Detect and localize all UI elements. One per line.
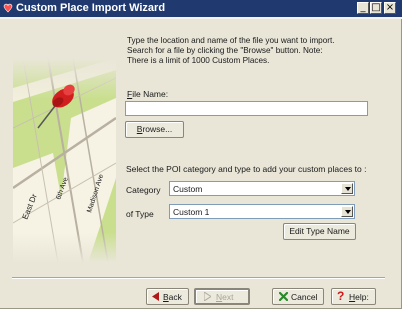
- file-name-input[interactable]: [125, 101, 368, 116]
- file-name-label: File Name:: [127, 89, 169, 99]
- minimize-button[interactable]: _: [357, 2, 369, 14]
- back-arrow-icon: [152, 292, 159, 301]
- cancel-x-icon: [279, 292, 288, 301]
- map-illustration: East Dr 6th Ave Madison Ave: [13, 58, 116, 263]
- category-dropdown-arrow[interactable]: [341, 183, 353, 194]
- close-button[interactable]: ×: [384, 2, 396, 14]
- edit-type-name-button[interactable]: Edit Type Name: [283, 223, 356, 240]
- app-icon: [3, 3, 13, 13]
- category-select[interactable]: Custom: [169, 181, 355, 196]
- browse-button[interactable]: Browse...: [125, 121, 184, 138]
- type-label: of Type: [126, 209, 154, 219]
- type-dropdown-arrow[interactable]: [341, 206, 353, 217]
- help-label: Help:: [349, 292, 369, 302]
- window-title: Custom Place Import Wizard: [16, 2, 166, 14]
- chevron-down-icon: [345, 210, 351, 214]
- poi-prompt-text: Select the POI category and type to add …: [126, 164, 367, 174]
- back-label: Back: [163, 292, 182, 302]
- title-divider: [0, 17, 402, 19]
- wizard-window: Custom Place Import Wizard _ □ × East Dr…: [0, 0, 402, 309]
- cancel-label: Cancel: [291, 292, 318, 302]
- next-label: Next: [216, 292, 234, 302]
- category-selected: Custom: [173, 184, 203, 194]
- help-question-icon: ?: [337, 289, 345, 303]
- type-select[interactable]: Custom 1: [169, 204, 355, 219]
- instructions-text: Type the location and name of the file y…: [127, 36, 335, 65]
- next-button[interactable]: Next: [194, 288, 250, 305]
- type-selected: Custom 1: [173, 207, 210, 217]
- category-label: Category: [126, 185, 161, 195]
- help-button[interactable]: ? Help:: [331, 288, 376, 305]
- next-arrow-icon: [204, 292, 211, 301]
- maximize-button[interactable]: □: [370, 2, 382, 14]
- chevron-down-icon: [345, 187, 351, 191]
- bottom-separator-highlight: [12, 278, 385, 279]
- back-button[interactable]: Back: [146, 288, 189, 305]
- cancel-button[interactable]: Cancel: [272, 288, 324, 305]
- title-bar[interactable]: Custom Place Import Wizard _ □ ×: [0, 0, 402, 17]
